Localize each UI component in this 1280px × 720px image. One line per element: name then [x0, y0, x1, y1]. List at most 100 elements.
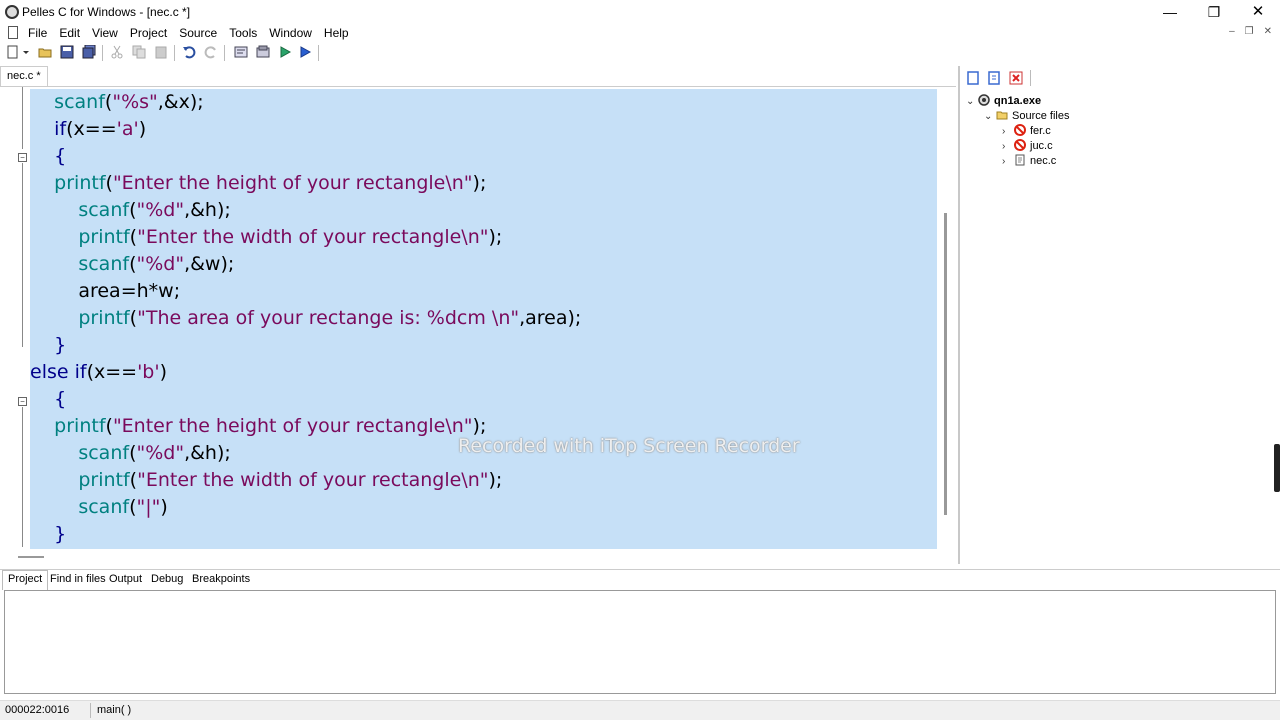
code-line[interactable]: scanf("%s",&x); — [30, 89, 204, 116]
editor-vertical-scrollbar[interactable] — [940, 87, 954, 549]
code-token: ); — [472, 415, 487, 437]
menu-edit[interactable]: Edit — [59, 26, 80, 40]
tab-nec-c[interactable]: nec.c * — [0, 66, 48, 86]
paste-icon[interactable] — [154, 45, 168, 59]
copy-icon[interactable] — [132, 45, 146, 59]
tree-file-label: nec.c — [1030, 155, 1057, 167]
code-token: } — [54, 334, 67, 356]
menu-bar: File Edit View Project Source Tools Wind… — [0, 24, 1280, 42]
window-title: Pelles C for Windows - [nec.c *] — [22, 5, 191, 19]
code-line[interactable]: else if(x=='b') — [30, 359, 167, 386]
code-selection[interactable]: scanf("%s",&x); if(x=='a') { printf("Ent… — [30, 89, 937, 549]
chevron-right-icon[interactable]: › — [1002, 154, 1014, 169]
tab-breakpoints[interactable]: Breakpoints — [192, 573, 250, 585]
tree-item-file[interactable]: › nec.c — [1002, 154, 1056, 169]
fold-toggle-icon[interactable]: − — [18, 397, 27, 406]
tab-project[interactable]: Project — [2, 570, 49, 590]
tree-item-file[interactable]: › fer.c — [1002, 124, 1051, 139]
code-token: (x== — [66, 118, 117, 140]
chevron-right-icon[interactable]: › — [1002, 139, 1014, 154]
tab-debug[interactable]: Debug — [151, 573, 183, 585]
cut-icon[interactable] — [110, 45, 124, 59]
redo-icon[interactable] — [204, 45, 218, 59]
menu-help[interactable]: Help — [324, 26, 349, 40]
new-project-file-icon[interactable] — [966, 71, 980, 85]
code-line[interactable]: printf("The area of your rectange is: %d… — [30, 305, 581, 332]
panel-scrollbar-thumb[interactable] — [1274, 444, 1280, 492]
mdi-close-button[interactable]: ✕ — [1264, 26, 1272, 37]
code-token: ( — [105, 172, 113, 194]
code-line[interactable]: scanf("%d",&h); — [30, 197, 230, 224]
compile-icon[interactable] — [234, 45, 248, 59]
code-line[interactable]: area=h*w; — [30, 278, 180, 305]
code-token: "Enter the width of your rectangle\n" — [137, 226, 489, 248]
code-line[interactable]: { — [30, 386, 66, 413]
menu-project[interactable]: Project — [130, 26, 167, 40]
error-icon — [1014, 139, 1026, 151]
code-line[interactable]: { — [30, 143, 66, 170]
code-line[interactable]: scanf("%d",&h); — [30, 440, 230, 467]
chevron-right-icon[interactable]: › — [1002, 124, 1014, 139]
execute-icon[interactable] — [278, 45, 292, 59]
code-line[interactable]: scanf("|") — [30, 494, 167, 521]
code-token: printf — [78, 226, 130, 248]
menu-window[interactable]: Window — [269, 26, 312, 40]
code-line[interactable]: printf("Enter the width of your rectangl… — [30, 467, 502, 494]
cursor-position: 000022:0016 — [5, 704, 70, 716]
tree-item-file[interactable]: › juc.c — [1002, 139, 1053, 154]
code-line[interactable]: printf("Enter the height of your rectang… — [30, 170, 486, 197]
code-token: ); — [488, 469, 503, 491]
maximize-button[interactable]: ❐ — [1192, 0, 1236, 24]
mdi-restore-button[interactable]: ❐ — [1245, 26, 1254, 37]
code-editor[interactable]: − − scanf("%s",&x); if(x=='a') { printf(… — [0, 86, 956, 564]
save-all-icon[interactable] — [82, 45, 96, 59]
editor-horizontal-scrollbar[interactable] — [0, 551, 956, 563]
minimize-button[interactable]: — — [1148, 0, 1192, 24]
code-line[interactable]: printf("Enter the height of your rectang… — [30, 413, 486, 440]
status-separator — [90, 703, 91, 718]
open-folder-icon[interactable] — [38, 45, 52, 59]
tab-output[interactable]: Output — [109, 573, 142, 585]
debug-icon[interactable] — [298, 45, 312, 59]
project-options-icon[interactable] — [987, 71, 1001, 85]
tree-item-source-files[interactable]: ⌄ Source files — [984, 109, 1069, 124]
code-token: "Enter the height of your rectangle\n" — [112, 415, 473, 437]
fold-line — [22, 163, 23, 347]
close-button[interactable]: ✕ — [1236, 0, 1280, 24]
menu-view[interactable]: View — [92, 26, 118, 40]
menu-source[interactable]: Source — [179, 26, 217, 40]
code-token: "%s" — [112, 91, 158, 113]
save-icon[interactable] — [60, 45, 74, 59]
code-token: printf — [78, 307, 130, 329]
fold-line — [22, 87, 23, 149]
mdi-minimize-button[interactable]: – — [1229, 26, 1235, 37]
code-line[interactable]: if(x=='a') — [30, 116, 146, 143]
scrollbar-thumb[interactable] — [18, 556, 44, 558]
code-token: scanf — [54, 91, 105, 113]
scrollbar-thumb[interactable] — [944, 213, 947, 515]
remove-file-icon[interactable] — [1009, 71, 1023, 85]
code-line[interactable]: } — [30, 332, 66, 359]
toolbar-separator — [224, 45, 225, 61]
new-file-icon[interactable] — [6, 45, 20, 59]
tree-item-root[interactable]: ⌄ qn1a.exe — [966, 94, 1041, 109]
code-line[interactable]: scanf("%d",&w); — [30, 251, 234, 278]
menu-file[interactable]: File — [28, 26, 47, 40]
chevron-down-icon[interactable]: ⌄ — [984, 109, 996, 124]
toolbar-separator — [102, 45, 103, 61]
fold-toggle-icon[interactable]: − — [18, 153, 27, 162]
undo-icon[interactable] — [182, 45, 196, 59]
build-icon[interactable] — [256, 45, 270, 59]
chevron-down-icon[interactable]: ⌄ — [966, 94, 978, 109]
menu-tools[interactable]: Tools — [229, 26, 257, 40]
code-token: scanf — [78, 442, 130, 464]
code-line[interactable]: printf("Enter the width of your rectangl… — [30, 224, 502, 251]
tab-find-in-files[interactable]: Find in files — [50, 573, 106, 585]
document-icon[interactable] — [8, 26, 18, 39]
new-dropdown-icon[interactable] — [22, 45, 30, 59]
output-pane[interactable] — [4, 590, 1276, 694]
code-line[interactable]: } — [30, 521, 66, 548]
